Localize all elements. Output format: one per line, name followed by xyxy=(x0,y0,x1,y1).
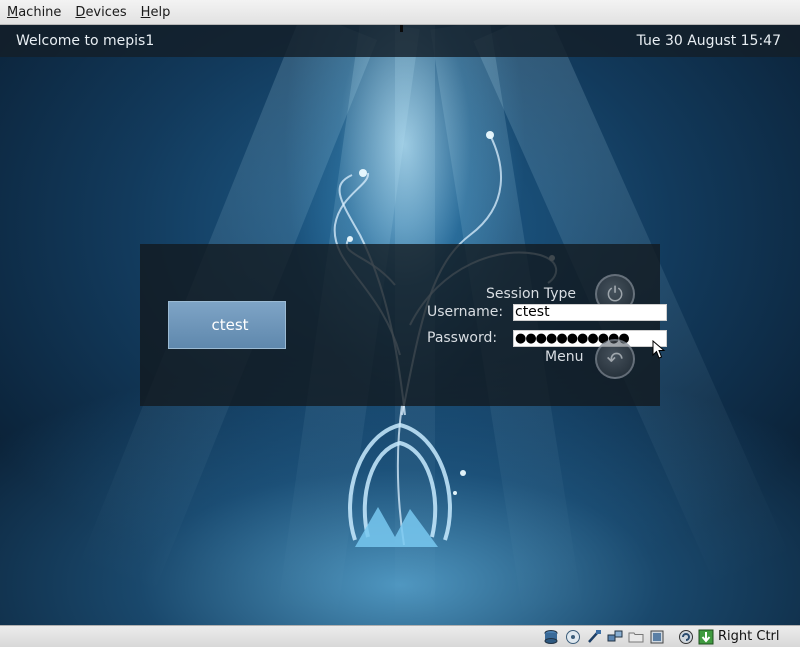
host-menu-bar: Machine Devices Help xyxy=(0,0,800,25)
welcome-message: Welcome to mepis1 xyxy=(16,33,155,49)
menu-return-icon: ↶ xyxy=(606,347,624,371)
menu-help[interactable]: Help xyxy=(138,5,174,20)
menu-devices[interactable]: Devices xyxy=(72,5,129,20)
user-tile-ctest[interactable]: ctest xyxy=(168,301,286,349)
clock: Tue 30 August 15:47 xyxy=(636,33,781,49)
session-type-label: Session Type xyxy=(486,286,577,302)
password-label: Password: xyxy=(427,330,498,346)
optical-drive-icon[interactable] xyxy=(565,629,581,645)
password-field[interactable]: ●●●●●●●●●●● xyxy=(513,330,667,347)
login-panel: ctest ⏻ Session Type Username: ctest Pas… xyxy=(140,244,667,406)
guest-top-bar: Welcome to mepis1 Tue 30 August 15:47 xyxy=(0,25,800,57)
shared-folders-icon[interactable] xyxy=(628,629,644,645)
mouse-cursor-icon xyxy=(652,340,666,359)
username-label: Username: xyxy=(427,304,504,320)
display-icon[interactable] xyxy=(649,629,665,645)
top-bar-marker xyxy=(400,25,403,32)
guest-screen: Welcome to mepis1 Tue 30 August 15:47 ct… xyxy=(0,25,800,625)
menu-machine[interactable]: Machine xyxy=(4,5,64,20)
vbox-status-bar: Right Ctrl xyxy=(0,625,800,647)
menu-label: Menu xyxy=(545,349,584,365)
mouse-integration-icon[interactable] xyxy=(698,629,714,645)
power-icon: ⏻ xyxy=(607,282,623,306)
username-field[interactable]: ctest xyxy=(513,304,667,321)
usb-icon[interactable] xyxy=(586,629,602,645)
menu-button[interactable]: ↶ xyxy=(595,339,635,379)
host-key-label: Right Ctrl xyxy=(718,629,780,644)
capture-icon[interactable] xyxy=(678,629,694,645)
network-icon[interactable] xyxy=(607,629,623,645)
hard-disk-icon[interactable] xyxy=(543,629,559,645)
